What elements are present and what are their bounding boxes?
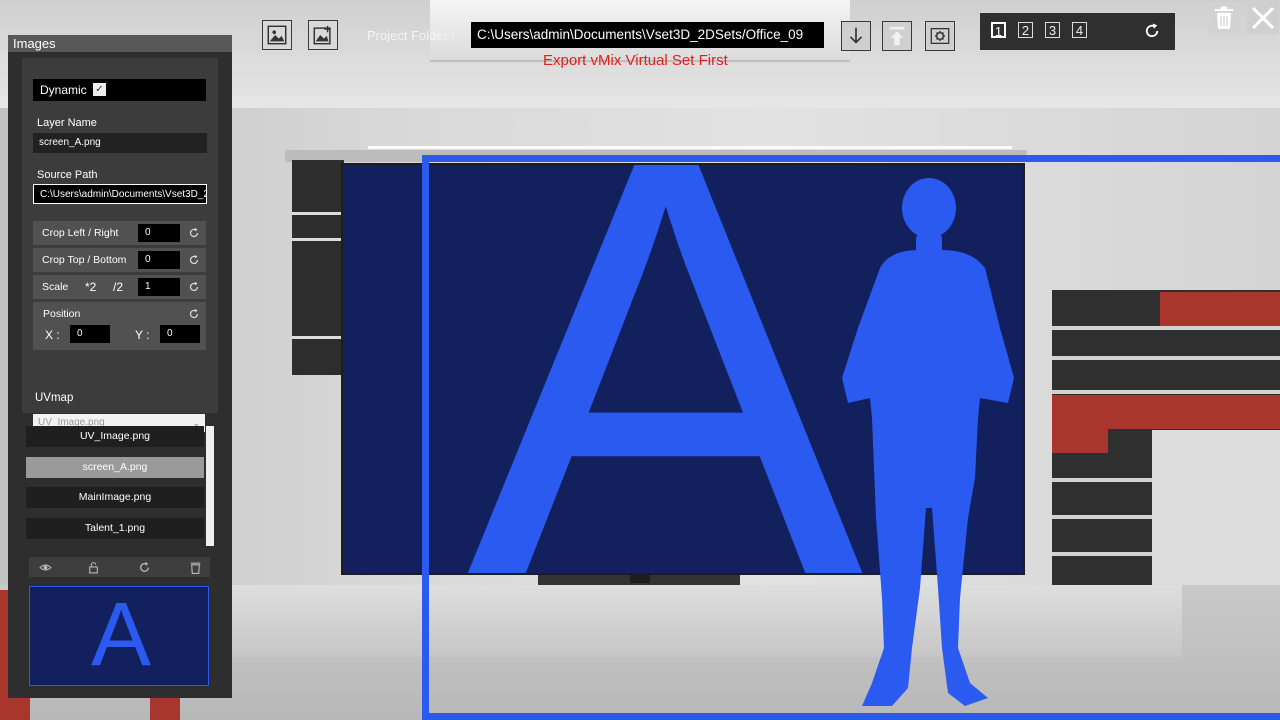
source-path-label: Source Path bbox=[37, 169, 98, 181]
project-folder-input[interactable]: C:\Users\admin\Documents\Vset3D_2DSets/O… bbox=[471, 22, 824, 48]
export-button[interactable] bbox=[882, 21, 912, 51]
upload-arrow-icon bbox=[889, 26, 905, 46]
reset-icon[interactable] bbox=[188, 227, 200, 239]
unlock-icon[interactable] bbox=[87, 561, 100, 574]
image-add-icon bbox=[313, 25, 331, 45]
export-warning: Export vMix Virtual Set First bbox=[543, 52, 728, 69]
layer-list: UV_Image.png screen_A.png MainImage.png … bbox=[25, 425, 215, 547]
refresh-icon[interactable] bbox=[1143, 22, 1161, 40]
camera-3-button[interactable]: 3 bbox=[1045, 22, 1060, 38]
left-shelf bbox=[292, 160, 344, 375]
pos-y-input[interactable]: 0 bbox=[160, 325, 200, 343]
crop-tb-input[interactable]: 0 bbox=[138, 251, 180, 269]
position-label: Position bbox=[43, 308, 81, 320]
settings-button[interactable] bbox=[925, 21, 955, 51]
delete-set-button[interactable] bbox=[1209, 3, 1239, 33]
images-panel: Images Dynamic ✓ Layer Name screen_A.png… bbox=[8, 35, 232, 698]
camera-1-button[interactable]: 1 bbox=[991, 22, 1006, 39]
camera-2-button[interactable]: 2 bbox=[1018, 22, 1033, 38]
dynamic-row[interactable]: Dynamic ✓ bbox=[33, 79, 206, 101]
led-strip bbox=[368, 146, 1012, 149]
download-arrow-icon bbox=[849, 27, 863, 44]
gear-icon bbox=[930, 28, 950, 44]
scale-label: Scale bbox=[42, 281, 69, 293]
layer-item-talent-1[interactable]: Talent_1.png bbox=[26, 518, 204, 539]
close-icon bbox=[1251, 6, 1275, 30]
layer-tools bbox=[29, 557, 210, 577]
pos-x-input[interactable]: 0 bbox=[70, 325, 110, 343]
uvmap-label: UVmap bbox=[35, 392, 74, 404]
shelf-bar bbox=[292, 238, 344, 241]
dynamic-label: Dynamic bbox=[40, 83, 87, 97]
panel-title: Images bbox=[8, 35, 232, 52]
add-image-button[interactable] bbox=[262, 20, 292, 50]
layer-properties: Dynamic ✓ Layer Name screen_A.png Source… bbox=[22, 58, 218, 432]
shelf-bar bbox=[292, 336, 344, 339]
layer-preview: A bbox=[29, 586, 209, 686]
trash-icon bbox=[1215, 6, 1233, 29]
selection-frame[interactable] bbox=[422, 155, 1280, 720]
scale-row: Scale *2 /2 1 bbox=[33, 275, 206, 299]
camera-4-button[interactable]: 4 bbox=[1072, 22, 1087, 38]
project-folder-label: Project Folder : bbox=[367, 28, 456, 43]
close-button[interactable] bbox=[1247, 2, 1279, 34]
position-box: Position X : 0 Y : 0 bbox=[33, 302, 206, 350]
pos-y-label: Y : bbox=[135, 328, 150, 342]
camera-selector: 1 2 3 4 bbox=[980, 13, 1175, 50]
trash-icon[interactable] bbox=[189, 561, 202, 574]
eye-icon[interactable] bbox=[39, 561, 52, 574]
crop-left-right-row: Crop Left / Right 0 bbox=[33, 221, 206, 245]
scale-double-button[interactable]: *2 bbox=[85, 280, 96, 294]
reset-icon[interactable] bbox=[188, 281, 200, 293]
scale-input[interactable]: 1 bbox=[138, 278, 180, 296]
reset-icon[interactable] bbox=[138, 561, 151, 574]
image-icon bbox=[267, 25, 287, 45]
dynamic-checkbox[interactable]: ✓ bbox=[93, 83, 106, 96]
pos-x-label: X : bbox=[45, 328, 60, 342]
reset-icon[interactable] bbox=[188, 254, 200, 266]
crop-lr-input[interactable]: 0 bbox=[138, 224, 180, 242]
crop-lr-label: Crop Left / Right bbox=[42, 227, 119, 239]
shelf-bar bbox=[292, 212, 344, 215]
layer-item-uv-image[interactable]: UV_Image.png bbox=[26, 426, 204, 447]
layer-item-main-image[interactable]: MainImage.png bbox=[26, 487, 204, 508]
reset-icon[interactable] bbox=[188, 308, 200, 320]
crop-top-bottom-row: Crop Top / Bottom 0 bbox=[33, 248, 206, 272]
import-button[interactable] bbox=[841, 21, 871, 51]
layer-name-label: Layer Name bbox=[37, 117, 97, 129]
crop-tb-label: Crop Top / Bottom bbox=[42, 254, 127, 266]
add-image-alpha-button[interactable] bbox=[308, 20, 338, 50]
layer-list-scrollbar[interactable] bbox=[206, 426, 214, 546]
layer-item-screen-a[interactable]: screen_A.png bbox=[26, 457, 204, 478]
source-path-input[interactable]: C:\Users\admin\Documents\Vset3D_2D bbox=[33, 184, 207, 204]
scale-half-button[interactable]: /2 bbox=[113, 280, 123, 294]
preview-letter: A bbox=[91, 586, 152, 685]
layer-name-input[interactable]: screen_A.png bbox=[33, 133, 207, 153]
